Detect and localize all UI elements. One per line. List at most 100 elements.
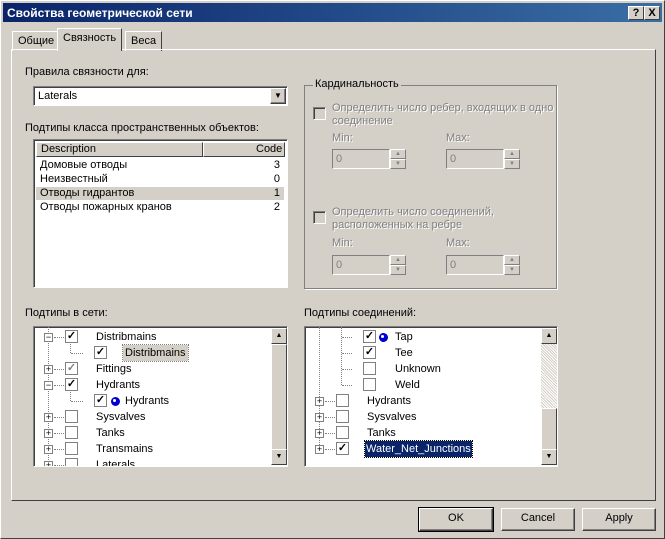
tree-item[interactable]: Weld [305, 377, 541, 393]
ok-button[interactable]: OK [418, 507, 494, 532]
network-subtypes-tree[interactable]: − ✓ Distribmains ✓ Distribmains + ✓ Fitt… [33, 326, 288, 467]
expand-icon[interactable]: + [315, 397, 324, 406]
list-row-selected[interactable]: Отводы гидрантов 1 [36, 187, 284, 200]
tab-general[interactable]: Общие [12, 31, 61, 51]
tree-item[interactable]: ✓ Hydrants [34, 393, 270, 409]
edge-max-label: Max: [446, 132, 470, 144]
expand-icon[interactable]: + [44, 429, 53, 438]
expand-icon[interactable]: + [315, 445, 324, 454]
edge-max-spinner[interactable]: 0 ▲ ▼ [446, 149, 522, 169]
tab-connectivity[interactable]: Связность [57, 28, 123, 51]
scroll-down-icon[interactable]: ▼ [271, 449, 287, 465]
list-row[interactable]: Неизвестный 0 [36, 173, 284, 186]
spin-up-icon[interactable]: ▲ [390, 255, 406, 265]
junction-min-label: Min: [332, 237, 353, 249]
window-title: Свойства геометрической сети [7, 6, 193, 20]
junction-subtypes-label: Подтипы соединений: [304, 307, 417, 319]
checkbox[interactable]: ✓ [363, 346, 376, 359]
edge-count-label-line1: Определить число ребер, входящих в одно [332, 102, 554, 114]
vertical-scrollbar[interactable]: ▲ ▼ [271, 328, 287, 465]
junction-min-spinner[interactable]: 0 ▲ ▼ [332, 255, 408, 275]
tree-item[interactable]: + Sysvalves [34, 409, 270, 425]
tree-item[interactable]: Unknown [305, 361, 541, 377]
tree-item[interactable]: + Sysvalves [305, 409, 541, 425]
dialog-window: Свойства геометрической сети ? X Общие С… [0, 0, 665, 539]
checkbox[interactable] [336, 410, 349, 423]
scroll-up-icon[interactable]: ▲ [541, 328, 557, 344]
tree-item[interactable]: + ✓ Fittings [34, 361, 270, 377]
title-bar[interactable]: Свойства геометрической сети ? X [3, 3, 662, 22]
rules-label: Правила связности для: [25, 66, 149, 78]
junction-icon [379, 333, 388, 342]
checkbox[interactable]: ✓ [65, 378, 78, 391]
tree-item[interactable]: − ✓ Distribmains [34, 329, 270, 345]
junction-subtypes-tree[interactable]: ✓ Tap ✓ Tee Unknown Weld + Hydrants + Sy… [304, 326, 558, 467]
checkbox[interactable] [363, 378, 376, 391]
spin-up-icon[interactable]: ▲ [390, 149, 406, 159]
checkbox[interactable] [65, 426, 78, 439]
checkbox[interactable]: ✓ [94, 346, 107, 359]
junction-max-spinner[interactable]: 0 ▲ ▼ [446, 255, 522, 275]
scroll-thumb[interactable] [541, 408, 557, 450]
tree-item[interactable]: + Tanks [305, 425, 541, 441]
cardinality-legend: Кардинальность [313, 78, 401, 90]
tree-item[interactable]: + Hydrants [305, 393, 541, 409]
column-header-code[interactable]: Code [203, 142, 285, 157]
column-header-description[interactable]: Description [36, 142, 203, 157]
help-button[interactable]: ? [628, 6, 644, 20]
scroll-up-icon[interactable]: ▲ [271, 328, 287, 344]
collapse-icon[interactable]: − [44, 333, 53, 342]
tree-item[interactable]: ✓ Tee [305, 345, 541, 361]
junction-count-checkbox[interactable] [313, 211, 326, 224]
list-row[interactable]: Отводы пожарных кранов 2 [36, 201, 284, 214]
tree-item[interactable]: + ✓ Water_Net_Junctions [305, 440, 541, 458]
tree-item[interactable]: ✓ Distribmains [34, 344, 270, 362]
spin-down-icon[interactable]: ▼ [504, 265, 520, 275]
checkbox[interactable] [363, 362, 376, 375]
expand-icon[interactable]: + [44, 445, 53, 454]
expand-icon[interactable]: + [44, 413, 53, 422]
list-row[interactable]: Домовые отводы 3 [36, 159, 284, 172]
subtypes-class-list[interactable]: Description Code Домовые отводы 3 Неизве… [33, 139, 288, 288]
close-button[interactable]: X [644, 6, 660, 20]
checkbox[interactable]: ✓ [65, 330, 78, 343]
chevron-down-icon[interactable]: ▼ [270, 88, 286, 104]
tree-item[interactable]: + Laterals [34, 457, 270, 466]
cancel-button[interactable]: Cancel [501, 508, 575, 531]
vertical-scrollbar[interactable]: ▲ ▼ [541, 328, 557, 465]
checkbox[interactable] [336, 394, 349, 407]
edge-count-checkbox[interactable] [313, 107, 326, 120]
spin-down-icon[interactable]: ▼ [390, 265, 406, 275]
tree-item[interactable]: + Transmains [34, 441, 270, 457]
checkbox[interactable]: ✓ [336, 442, 349, 455]
spin-up-icon[interactable]: ▲ [504, 255, 520, 265]
checkbox[interactable]: ✓ [65, 362, 78, 375]
expand-icon[interactable]: + [315, 429, 324, 438]
rules-dropdown[interactable]: Laterals ▼ [33, 86, 288, 106]
expand-icon[interactable]: + [44, 365, 53, 374]
tree-item[interactable]: − ✓ Hydrants [34, 377, 270, 393]
tree-item[interactable]: + Tanks [34, 425, 270, 441]
tree-item[interactable]: ✓ Tap [305, 329, 541, 345]
checkbox[interactable]: ✓ [363, 330, 376, 343]
scroll-thumb[interactable] [271, 344, 287, 456]
checkbox[interactable]: ✓ [94, 394, 107, 407]
checkbox[interactable] [65, 458, 78, 466]
junction-icon [111, 397, 120, 406]
scroll-down-icon[interactable]: ▼ [541, 449, 557, 465]
junction-max-label: Max: [446, 237, 470, 249]
rules-value: Laterals [38, 90, 78, 102]
checkbox[interactable] [65, 442, 78, 455]
spin-down-icon[interactable]: ▼ [390, 159, 406, 169]
checkbox[interactable] [336, 426, 349, 439]
tab-weights[interactable]: Веса [125, 31, 163, 51]
collapse-icon[interactable]: − [44, 381, 53, 390]
expand-icon[interactable]: + [44, 461, 53, 466]
spin-down-icon[interactable]: ▼ [504, 159, 520, 169]
network-subtypes-label: Подтипы в сети: [25, 307, 108, 319]
checkbox[interactable] [65, 410, 78, 423]
spin-up-icon[interactable]: ▲ [504, 149, 520, 159]
expand-icon[interactable]: + [315, 413, 324, 422]
apply-button[interactable]: Apply [582, 508, 656, 531]
edge-min-spinner[interactable]: 0 ▲ ▼ [332, 149, 408, 169]
